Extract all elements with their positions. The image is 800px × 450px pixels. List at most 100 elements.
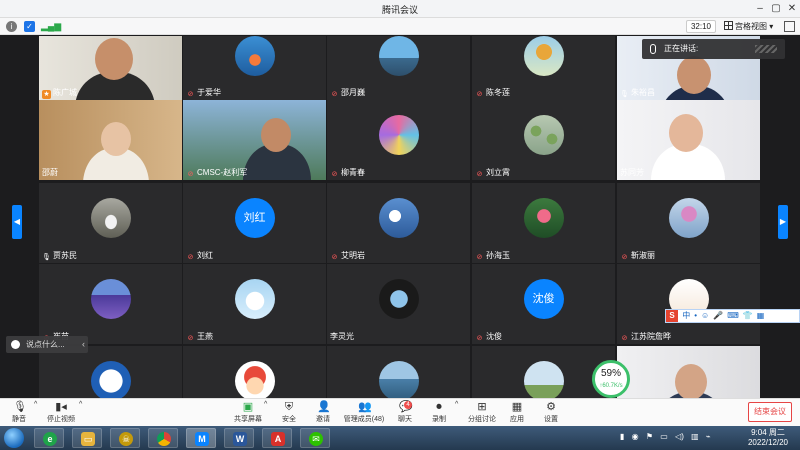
taskbar-app-word[interactable]: W (224, 428, 254, 448)
minimize-icon[interactable]: – (752, 2, 768, 16)
gear-icon: ⚙ (546, 401, 556, 413)
participant-name: 邵蔚 (42, 168, 58, 177)
participant-tile[interactable] (327, 346, 470, 398)
participant-label: ⊘ 陈冬莲 (475, 87, 510, 98)
volume-icon[interactable]: ◁) (675, 432, 684, 441)
participant-tile[interactable] (617, 346, 760, 398)
invite-label: 邀请 (316, 416, 330, 423)
participant-tile[interactable]: 沈俊 ⊘ 沈俊 (472, 264, 615, 344)
participant-tile[interactable]: ⊘崔苗 (39, 264, 182, 344)
participant-avatar (523, 115, 564, 155)
security-label: 安全 (282, 416, 296, 423)
breakout-rooms-button[interactable]: ⊞ 分组讨论 (466, 401, 498, 427)
participant-avatar (90, 361, 131, 398)
taskbar-app-pdf[interactable]: A (262, 428, 292, 448)
participant-head (675, 364, 707, 398)
participant-name: 孙海玉 (486, 251, 510, 260)
ime-item[interactable]: • (694, 311, 697, 320)
participant-tile[interactable]: 刘红 ⊘ 刘红 (183, 183, 326, 263)
taskbar-app-chrome[interactable] (148, 428, 178, 448)
participant-tile[interactable]: ⊘ 孙海玉 (472, 183, 615, 263)
participant-label: ⊘ 孙海玉 (475, 250, 510, 261)
chevron-up-icon[interactable]: ^ (34, 401, 37, 427)
flag-icon[interactable]: ⚑ (646, 432, 653, 441)
info-icon[interactable]: i (6, 21, 17, 32)
apps-button[interactable]: ▦ 应用 (504, 401, 530, 427)
maximize-icon[interactable]: ▢ (768, 2, 784, 16)
participant-tile[interactable]: 邵蔚 (39, 100, 182, 180)
taskbar-app-security[interactable]: ☠ (110, 428, 140, 448)
ime-toolbar[interactable]: S 中 • ☺ 🎤 ⌨ 👕 ▦ (665, 309, 800, 323)
participant-label: 李灵光 (330, 331, 354, 342)
participant-tile[interactable]: ⊘ 邵月巍 (327, 36, 470, 100)
next-page-button[interactable]: ▶ (778, 205, 788, 239)
chevron-left-icon[interactable]: ‹ (82, 336, 85, 353)
ime-item[interactable]: 🎤 (713, 311, 723, 320)
ime-item[interactable]: ▦ (757, 311, 765, 320)
chevron-left-icon: ◀ (13, 217, 21, 226)
view-mode-button[interactable]: 宫格视图 ▾ (724, 20, 773, 33)
folder-icon: ▭ (81, 432, 95, 446)
shield-tray-icon[interactable]: ◉ (632, 432, 639, 441)
ime-item[interactable]: ☺ (701, 311, 709, 320)
participant-tile[interactable]: ⊘ 江苏院詹晔 (617, 264, 760, 344)
prev-page-button[interactable]: ◀ (12, 205, 22, 239)
stop-video-button[interactable]: ▮◂ 停止视频 (44, 401, 78, 427)
fullscreen-icon[interactable] (784, 21, 795, 32)
participant-name: CMSC-赵利军 (197, 168, 248, 177)
shield-icon[interactable]: ✓ (24, 21, 35, 32)
taskbar-app-tencent-meeting[interactable]: M (186, 428, 216, 448)
taskbar-clock[interactable]: 9:04 周二 2022/12/20 (743, 428, 793, 448)
ime-item[interactable]: ⌨ (727, 311, 739, 320)
close-icon[interactable]: ✕ (784, 2, 800, 16)
participant-tile[interactable] (183, 346, 326, 398)
usb-icon[interactable]: ⌁ (706, 432, 711, 441)
share-screen-icon: ▣ (242, 401, 254, 413)
ime-item[interactable]: 👕 (743, 311, 753, 320)
participant-tile[interactable]: 苏同芳 (617, 100, 760, 180)
network-icon[interactable]: ▥ (691, 432, 699, 441)
chat-quick-input[interactable]: 说点什么... ‹ (6, 336, 88, 353)
participant-tile[interactable]: ⊘ 陈冬莲 (472, 36, 615, 100)
participant-tile[interactable]: ⊘ 于爱华 (183, 36, 326, 100)
signal-icon[interactable]: ▂▄▆ (41, 21, 61, 32)
meeting-window: 腾讯会议 – ▢ ✕ i ✓ ▂▄▆ 32:10 宫格视图 ▾ ★ 陈广城 ⊘ 于爱华… (0, 0, 800, 450)
participant-tile[interactable]: ★ 陈广城 (39, 36, 182, 100)
participant-name: 柳青春 (341, 168, 365, 177)
chevron-up-icon[interactable]: ^ (79, 401, 82, 427)
manage-members-button[interactable]: 👥 管理成员(48) (342, 401, 386, 427)
share-screen-button[interactable]: ▣ 共享屏幕 (232, 401, 264, 427)
chevron-up-icon[interactable]: ^ (264, 401, 267, 427)
participant-tile[interactable]: ⊘ 艾明岩 (327, 183, 470, 263)
taskbar-app-browser[interactable]: e (34, 428, 64, 448)
participant-tile[interactable]: ⊘ 王燕 (183, 264, 326, 344)
monitor-icon[interactable]: ▭ (660, 432, 668, 441)
participant-tile[interactable]: ⊘ 靳淑丽 (617, 183, 760, 263)
record-button[interactable]: ⏺ 录制 (426, 401, 452, 427)
mic-muted-icon: ⊘ (187, 254, 194, 261)
taskbar-app-explorer[interactable]: ▭ (72, 428, 102, 448)
mute-button[interactable]: 🎙 静音 (6, 401, 32, 427)
participant-tile[interactable] (39, 346, 182, 398)
chevron-up-icon[interactable]: ^ (455, 401, 458, 427)
mic-muted-icon: ⊘ (476, 171, 483, 178)
participant-tile[interactable]: ⊘ CMSC-赵利军 (183, 100, 326, 180)
mic-muted-icon: ⊘ (621, 335, 628, 342)
taskbar-app-wechat[interactable]: ✉ (300, 428, 330, 448)
participant-tile[interactable]: 李灵光 (327, 264, 470, 344)
chat-button[interactable]: 💬聊天4 (392, 401, 418, 427)
participant-tile[interactable]: ⊘ 刘立霄 (472, 100, 615, 180)
participant-tile[interactable]: 🎙 贾苏民 (39, 183, 182, 263)
security-button[interactable]: ⛨ 安全 (276, 401, 302, 427)
ime-item[interactable]: 中 (682, 311, 690, 320)
invite-button[interactable]: 👤 邀请 (310, 401, 336, 427)
start-button-icon[interactable] (4, 428, 24, 448)
end-meeting-button[interactable]: 结束会议 (748, 402, 792, 422)
participant-avatar (668, 198, 709, 238)
settings-button[interactable]: ⚙ 设置 (538, 401, 564, 427)
participant-tile[interactable]: ⊘ 柳青春 (327, 100, 470, 180)
participant-head (95, 38, 133, 80)
battery-icon[interactable]: ▮ (620, 432, 624, 441)
microphone-icon: 🎙 (42, 254, 51, 261)
chrome-icon (157, 432, 171, 446)
